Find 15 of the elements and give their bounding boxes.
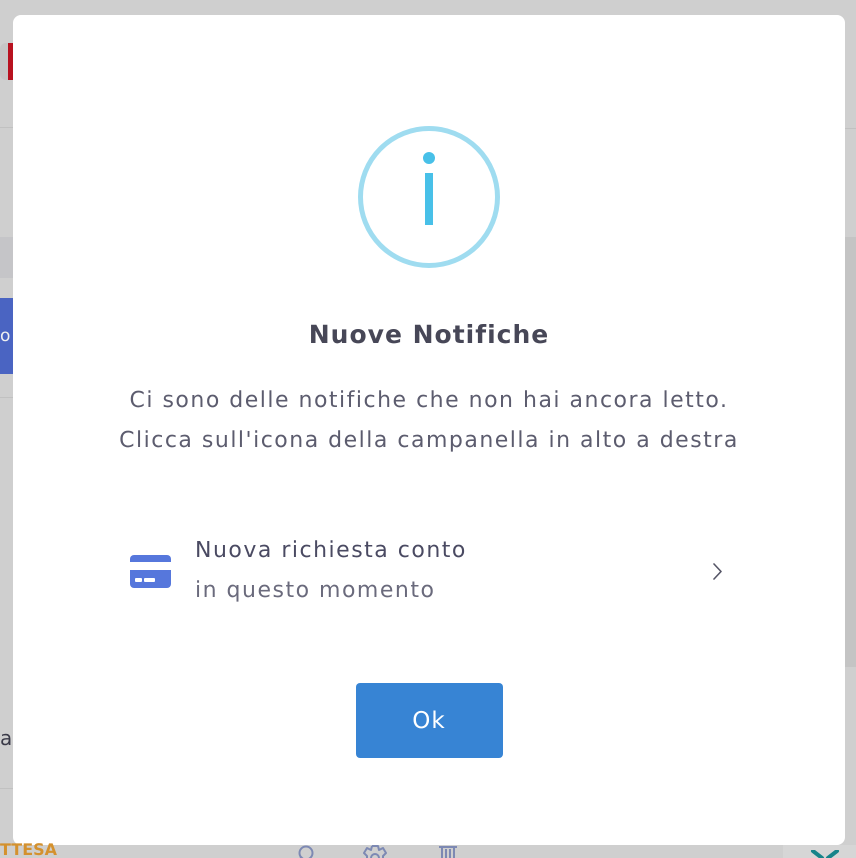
- ok-button[interactable]: Ok: [356, 683, 502, 758]
- credit-card-icon: [130, 554, 171, 588]
- info-icon: [358, 126, 500, 268]
- bars-icon[interactable]: [437, 845, 460, 858]
- status-text: TTESA: [0, 842, 58, 858]
- notification-item[interactable]: Nuova richiesta conto in questo momento: [130, 531, 728, 611]
- notification-time: in questo momento: [195, 577, 436, 605]
- page-button[interactable]: o: [0, 298, 13, 374]
- x-mark-icon[interactable]: [810, 850, 840, 858]
- notification-title: Nuova richiesta conto: [195, 537, 468, 565]
- page-text: a: [0, 726, 13, 750]
- dialog-title: Nuove Notifiche: [308, 319, 550, 351]
- gear-icon[interactable]: [362, 845, 388, 858]
- chevron-right-icon: [713, 562, 722, 580]
- dialog-message: Ci sono delle notifiche che non hai ancora letto. Clicca sull'icona della campanella in alto a destra: [119, 387, 739, 455]
